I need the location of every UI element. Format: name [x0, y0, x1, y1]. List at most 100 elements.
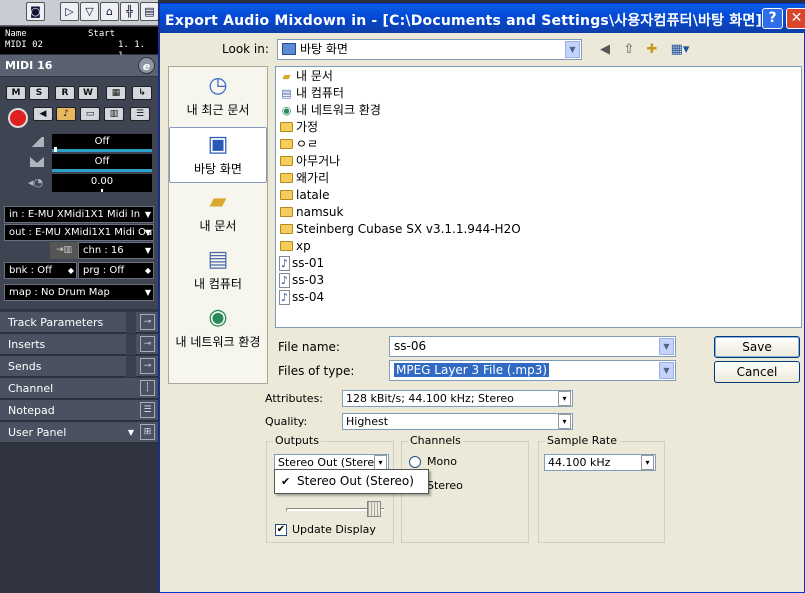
sample-rate-select[interactable]: 44.100 kHz ▾ [544, 454, 656, 471]
list-item[interactable]: 아무거나 [279, 153, 340, 170]
delay-fader[interactable]: 0.00 [52, 174, 152, 192]
section-sends[interactable]: Sends ⊸ [0, 356, 158, 377]
slider-icon: ⊸ [140, 336, 155, 352]
col-name: Name [5, 29, 27, 39]
midi-channel-select[interactable]: chn : 16 ▼ [78, 242, 154, 259]
new-folder-icon[interactable]: ✚ [643, 42, 661, 58]
record-enable-button[interactable] [8, 108, 28, 128]
mute-button[interactable]: M [6, 86, 26, 100]
desktop-icon [282, 43, 296, 55]
place-label: 내 문서 [199, 219, 237, 233]
split-icon[interactable]: ⌂ [100, 2, 119, 21]
place-network[interactable]: ◉ 내 네트워크 환경 [169, 301, 267, 357]
list-item[interactable]: ♪ ss-01 [279, 255, 324, 272]
update-display-label: Update Display [292, 523, 376, 536]
mono-radio[interactable] [409, 456, 421, 468]
list-item[interactable]: Steinberg Cubase SX v3.1.1.944-H2O [279, 221, 521, 238]
track-header[interactable]: MIDI 16 e [0, 55, 158, 76]
list-item[interactable]: 왜가리 [279, 170, 329, 187]
list-item[interactable]: ▰ 내 문서 [279, 68, 333, 85]
midi-input-select[interactable]: in : E-MU XMidi1X1 Midi In ▼ [4, 206, 154, 223]
file-name: 왜가리 [296, 171, 330, 185]
outputs-menu-item[interactable]: Stereo Out (Stereo) [297, 474, 414, 488]
chevron-down-icon: ▾ [558, 391, 571, 406]
instrument-edit-icon[interactable]: ⇥▥ [50, 242, 78, 259]
section-user-panel[interactable]: User Panel ▼ ⊞ [0, 422, 158, 443]
close-button[interactable]: ✕ [786, 8, 805, 29]
erase-icon[interactable]: ▤ [140, 2, 158, 21]
file-name: ㅇㄹ [296, 137, 319, 151]
file-name-value: ss-06 [394, 339, 427, 353]
my-computer-icon: ▤ [281, 87, 292, 100]
list-item[interactable]: namsuk [279, 204, 343, 221]
quality-select[interactable]: Highest ▾ [342, 413, 573, 430]
update-display-checkbox[interactable]: ✔ [275, 524, 287, 536]
dialog-titlebar[interactable]: Export Audio Mixdown in - [C:\Documents … [160, 4, 805, 33]
volume-fader[interactable]: Off [52, 134, 152, 152]
lock-icon[interactable]: ▭ [80, 107, 100, 121]
object-select-icon[interactable]: ▷ [60, 2, 79, 21]
program-select[interactable]: prg : Off ◆ [78, 262, 154, 279]
place-desktop[interactable]: ▣ 바탕 화면 [169, 127, 267, 183]
place-my-computer[interactable]: ▤ 내 컴퓨터 [169, 243, 267, 299]
list-item[interactable]: ◉ 내 네트워크 환경 [279, 102, 381, 119]
spin-icon: ◆ [67, 266, 74, 275]
checkmark-icon: ✔ [281, 475, 291, 488]
section-track-parameters[interactable]: Track Parameters ⊸ [0, 312, 158, 333]
transport-icon[interactable]: ◙ [26, 2, 45, 21]
section-notepad[interactable]: Notepad ☰ [0, 400, 158, 421]
file-type-select[interactable]: MPEG Layer 3 File (.mp3) ▼ [389, 360, 676, 381]
place-my-documents[interactable]: ▰ 내 문서 [169, 185, 267, 241]
slider-icon: ⊸ [140, 314, 155, 330]
pan-value: Off [94, 156, 110, 167]
look-in-combo[interactable]: 바탕 화면 ▼ [277, 39, 582, 60]
file-name-input[interactable]: ss-06 ▼ [389, 336, 676, 357]
edit-channel-icon[interactable]: e [138, 57, 155, 74]
track-info: NameStart MIDI 021. 1. 1. [0, 27, 158, 61]
view-menu-icon[interactable]: ▦▾ [667, 42, 693, 58]
attributes-select[interactable]: 128 kBit/s; 44.100 kHz; Stereo ▾ [342, 390, 573, 407]
pan-fader[interactable]: Off [52, 154, 152, 172]
keyboard-icon[interactable]: ▥ [104, 107, 124, 121]
cancel-button[interactable]: Cancel [714, 361, 800, 383]
place-recent-documents[interactable]: ◷ 내 최근 문서 [169, 69, 267, 125]
delay-value: 0.00 [90, 176, 114, 187]
folder-icon [280, 241, 293, 251]
midi-output-select[interactable]: out : E-MU XMidi1X1 Midi Out ▼ [4, 224, 154, 241]
freeze-icon[interactable]: ▦ [106, 86, 126, 100]
section-label: Sends [8, 360, 42, 373]
solo-button[interactable]: S [29, 86, 49, 100]
file-name: Steinberg Cubase SX v3.1.1.944-H2O [296, 222, 521, 236]
place-label: 내 컴퓨터 [194, 277, 242, 291]
bank-select[interactable]: bnk : Off ◆ [4, 262, 77, 279]
list-item[interactable]: xp [279, 238, 311, 255]
list-item[interactable]: ♪ ss-03 [279, 272, 324, 289]
monitor-icon[interactable]: ◀ [33, 107, 53, 121]
attributes-label: Attributes: [265, 392, 324, 405]
range-icon[interactable]: ▽ [80, 2, 99, 21]
read-button[interactable]: R [55, 86, 75, 100]
section-channel[interactable]: Channel ┆ [0, 378, 158, 399]
note-icon[interactable]: ♪ [56, 107, 76, 121]
help-button[interactable]: ? [762, 8, 783, 29]
up-folder-icon[interactable]: ⇧ [620, 42, 638, 58]
lane-icon[interactable]: ↳ [132, 86, 152, 100]
section-inserts[interactable]: Inserts ⊸ [0, 334, 158, 355]
midi-input-value: in : E-MU XMidi1X1 Midi In [9, 209, 141, 220]
drum-map-select[interactable]: map : No Drum Map ▼ [4, 284, 154, 301]
back-icon[interactable]: ◀ [596, 42, 614, 58]
list-item[interactable]: latale [279, 187, 329, 204]
list-item[interactable]: ♪ ss-04 [279, 289, 324, 306]
network-icon: ◉ [208, 305, 228, 330]
slider-thumb[interactable] [367, 501, 381, 517]
save-button[interactable]: Save [714, 336, 800, 358]
list-icon[interactable]: ☰ [130, 107, 150, 121]
write-button[interactable]: W [78, 86, 98, 100]
list-item[interactable]: ㅇㄹ [279, 136, 318, 153]
file-list[interactable]: ▰ 내 문서 ▤ 내 컴퓨터 ◉ 내 네트워크 환경 가정 ㅇㄹ 아무거나 왜가리 l… [275, 66, 802, 328]
glue-icon[interactable]: ╬ [120, 2, 139, 21]
cubase-toolbar: ◙ ▷ ▽ ⌂ ╬ ▤ [0, 0, 158, 26]
audio-file-icon: ♪ [279, 290, 290, 305]
list-item[interactable]: ▤ 내 컴퓨터 [279, 85, 344, 102]
list-item[interactable]: 가정 [279, 119, 318, 136]
